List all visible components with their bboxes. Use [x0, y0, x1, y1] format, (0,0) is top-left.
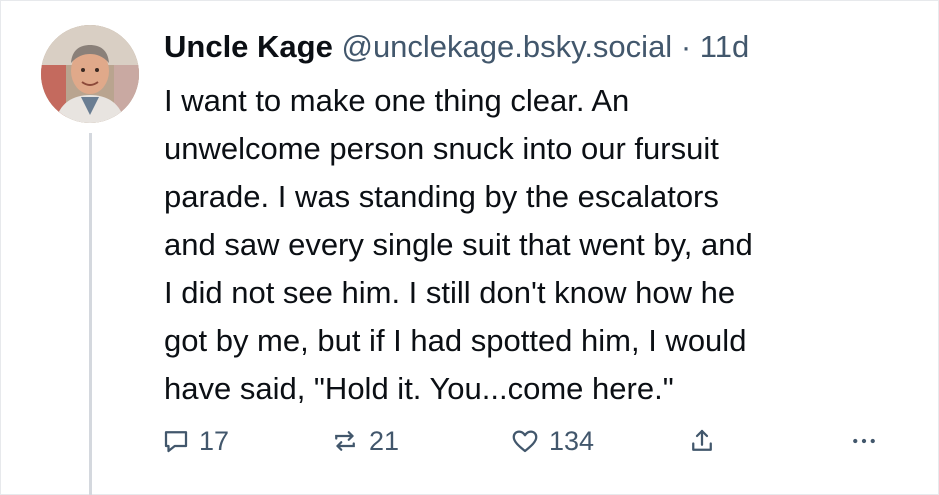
author-handle[interactable]: @unclekage.bsky.social: [341, 29, 672, 64]
post-timestamp[interactable]: 11d: [700, 29, 749, 64]
reply-button[interactable]: 17: [161, 421, 229, 461]
post-text-line: unwelcome person snuck into our fursuit: [164, 131, 719, 166]
more-options-button[interactable]: [847, 421, 881, 461]
share-button[interactable]: [687, 421, 717, 461]
avatar-photo-icon: [41, 25, 139, 123]
reply-icon: [164, 431, 188, 453]
post-text-line: I did not see him. I still don't know ho…: [164, 275, 736, 310]
post-actions: 17 21 134: [161, 421, 901, 461]
share-icon: [692, 429, 712, 451]
thread-line: [89, 133, 92, 495]
more-icon: [853, 438, 875, 444]
repost-count: 21: [369, 425, 400, 456]
post-text-line: have said, "Hold it. You...come here.": [164, 371, 674, 406]
post-text-line: I want to make one thing clear. An: [164, 83, 630, 118]
reply-count: 17: [199, 425, 230, 456]
like-count: 134: [549, 425, 595, 456]
heart-icon: [512, 430, 538, 453]
post-card[interactable]: Uncle Kage @unclekage.bsky.social · 11d …: [0, 0, 939, 495]
header-separator: ·: [680, 29, 692, 64]
author-display-name[interactable]: Uncle Kage: [164, 29, 333, 64]
post-text-line: got by me, but if I had spotted him, I w…: [164, 323, 747, 358]
post-text-line: parade. I was standing by the escalators: [164, 179, 719, 214]
author-avatar[interactable]: [41, 25, 139, 123]
repost-button[interactable]: 21: [329, 421, 399, 461]
like-button[interactable]: 134: [509, 421, 594, 461]
post-text-line: and saw every single suit that went by, …: [164, 227, 753, 262]
repost-icon: [335, 431, 355, 451]
post-body: I want to make one thing clear. An unwel…: [164, 77, 904, 413]
post-header: Uncle Kage @unclekage.bsky.social · 11d: [164, 27, 749, 67]
